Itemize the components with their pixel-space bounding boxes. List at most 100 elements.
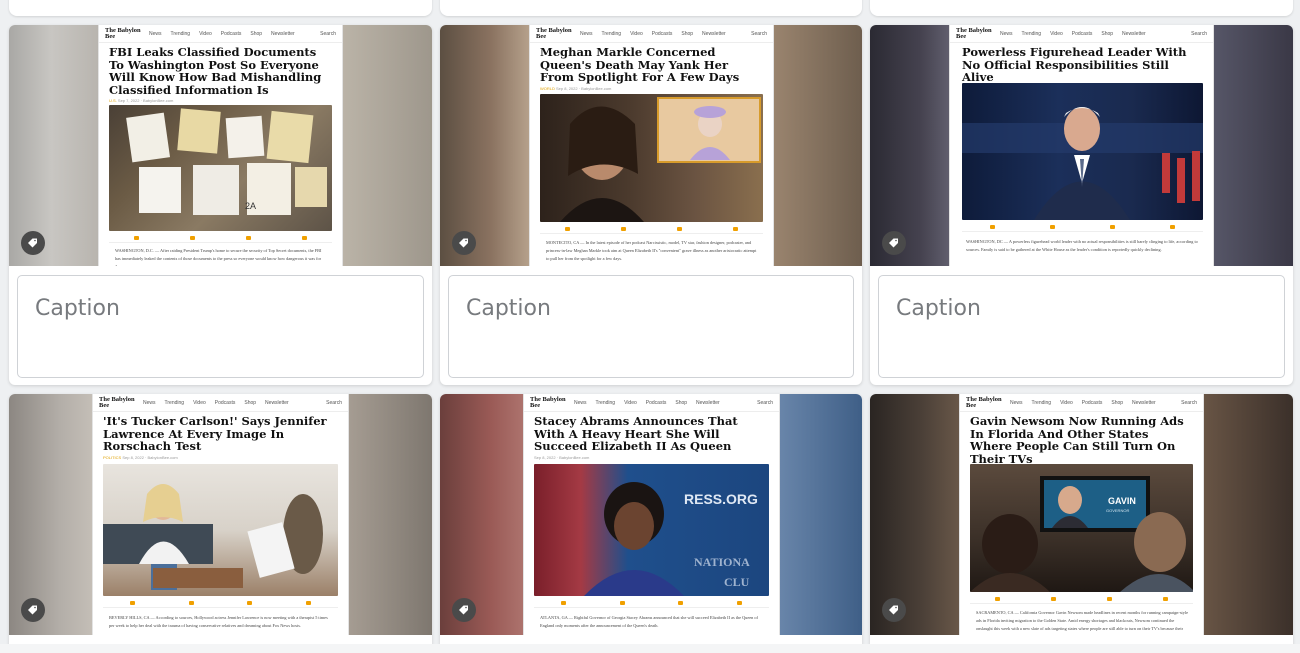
nav-video: Video — [199, 30, 212, 37]
email-icon — [1110, 224, 1116, 229]
post-card[interactable]: The Babylon Bee News Trending Video Podc… — [870, 394, 1293, 653]
article-photo — [962, 83, 1203, 220]
caption-input[interactable]: Caption — [448, 275, 854, 378]
link-icon — [737, 600, 743, 605]
facebook-icon — [134, 235, 140, 240]
share-row — [103, 598, 338, 608]
nav-newsletter: Newsletter — [265, 399, 289, 406]
article-photo: GAVIN GOVERNOR — [970, 464, 1193, 592]
post-image[interactable]: The Babylon Bee News Trending Video Podc… — [9, 394, 432, 635]
nav-search: Search — [757, 399, 773, 406]
article-screenshot: The Babylon Bee News Trending Video Podc… — [949, 25, 1214, 266]
nav-trending: Trending — [1021, 30, 1042, 37]
twitter-icon — [1051, 596, 1057, 601]
site-logo: The Babylon Bee — [105, 26, 141, 40]
nav-newsletter: Newsletter — [1122, 30, 1146, 37]
nav-search: Search — [751, 30, 767, 37]
nav-trending: Trending — [164, 399, 185, 406]
email-icon — [1106, 596, 1112, 601]
post-image[interactable]: The Babylon Bee News Trending Video Podc… — [440, 394, 862, 635]
link-icon — [306, 600, 312, 605]
article-screenshot: The Babylon Bee News Trending Video Podc… — [98, 25, 343, 266]
post-image[interactable]: The Babylon Bee News Trending Video Podc… — [440, 25, 862, 266]
nav-shop: Shop — [675, 399, 688, 406]
tag-icon[interactable] — [21, 598, 45, 622]
nav-podcasts: Podcasts — [214, 399, 236, 406]
caption-placeholder: Caption — [896, 296, 981, 321]
site-logo: The Babylon Bee — [536, 26, 572, 40]
twitter-icon — [190, 235, 196, 240]
banner-text: CLU — [724, 575, 750, 589]
email-icon — [247, 600, 253, 605]
caption-placeholder: Caption — [35, 296, 120, 321]
tag-icon[interactable] — [882, 231, 906, 255]
article-screenshot: The Babylon Bee News Trending Video Podc… — [529, 25, 774, 266]
banner-text: RESS.ORG — [684, 491, 758, 507]
post-card[interactable]: The Babylon Bee News Trending Video Podc… — [9, 394, 432, 653]
twitter-icon — [1049, 224, 1055, 229]
article-headline: Gavin Newsom Now Running Ads In Florida … — [970, 414, 1184, 466]
post-card[interactable]: The Babylon Bee News Trending Video Podc… — [440, 25, 862, 385]
tag-icon[interactable] — [452, 231, 476, 255]
article-body: WASHINGTON, D.C. — After raiding Preside… — [115, 248, 322, 266]
article-headline: FBI Leaks Classified Documents To Washin… — [109, 45, 322, 97]
article-headline: Powerless Figurehead Leader With No Offi… — [962, 45, 1187, 84]
share-row — [534, 598, 769, 608]
article-photo — [103, 464, 338, 596]
tv-text: GAVIN — [1108, 496, 1136, 506]
post-card[interactable]: The Babylon Bee News Trending Video Podc… — [440, 394, 862, 653]
caption-input[interactable]: Caption — [17, 275, 424, 378]
post-image[interactable]: The Babylon Bee News Trending Video Podc… — [870, 394, 1293, 635]
nav-newsletter: Newsletter — [696, 399, 720, 406]
nav-newsletter: Newsletter — [271, 30, 295, 37]
tag-icon[interactable] — [452, 598, 476, 622]
site-logo: The Babylon Bee — [956, 26, 992, 40]
facebook-icon — [129, 600, 135, 605]
nav-shop: Shop — [1111, 399, 1124, 406]
caption-placeholder: Caption — [466, 296, 551, 321]
tag-icon[interactable] — [21, 231, 45, 255]
article-photo: 2A — [109, 105, 332, 231]
article-headline: Stacey Abrams Announces That With A Heav… — [534, 414, 738, 453]
nav-video: Video — [193, 399, 206, 406]
previous-row — [0, 0, 1300, 16]
nav-trending: Trending — [595, 399, 616, 406]
nav-trending: Trending — [170, 30, 191, 37]
nav-trending: Trending — [601, 30, 622, 37]
article-byline: U.S. Sep 7, 2022 · BabylonBee.com — [109, 98, 174, 103]
article-byline: WORLD Sep 8, 2022 · BabylonBee.com — [540, 85, 612, 91]
email-icon — [245, 235, 251, 240]
nav-newsletter: Newsletter — [1132, 399, 1156, 406]
article-body: MONTECITO, CA — In the latest episode of… — [546, 240, 757, 261]
nav-shop: Shop — [681, 30, 694, 37]
site-logo: The Babylon Bee — [966, 395, 1002, 409]
article-photo — [540, 94, 763, 222]
tag-icon[interactable] — [882, 598, 906, 622]
share-row — [970, 594, 1193, 604]
nav-news: News — [143, 399, 156, 406]
post-image[interactable]: The Babylon Bee News Trending Video Podc… — [870, 25, 1293, 266]
post-image[interactable]: The Babylon Bee News Trending Video Podc… — [9, 25, 432, 266]
nav-trending: Trending — [1031, 399, 1052, 406]
nav-search: Search — [326, 399, 342, 406]
nav-video: Video — [1060, 399, 1073, 406]
nav-podcasts: Podcasts — [1071, 30, 1093, 37]
facebook-icon — [565, 226, 571, 231]
article-body: ATLANTA, GA — Rightful Governor of Georg… — [540, 615, 758, 628]
doc-label: 2A — [245, 201, 256, 211]
caption-input[interactable]: Caption — [878, 275, 1285, 378]
article-body: SACRAMENTO, CA — California Governor Gav… — [976, 610, 1188, 631]
post-grid: The Babylon Bee News Trending Video Podc… — [9, 25, 1293, 653]
article-body: WASHINGTON, DC — A powerless figurehead … — [966, 239, 1198, 252]
facebook-icon — [989, 224, 995, 229]
previous-card — [870, 0, 1293, 16]
share-row — [962, 222, 1203, 232]
twitter-icon — [188, 600, 194, 605]
twitter-icon — [619, 600, 625, 605]
post-card[interactable]: The Babylon Bee News Trending Video Podc… — [870, 25, 1293, 385]
nav-video: Video — [624, 399, 637, 406]
post-card[interactable]: The Babylon Bee News Trending Video Podc… — [9, 25, 432, 385]
nav-podcasts: Podcasts — [220, 30, 242, 37]
article-headline: Meghan Markle Concerned Queen's Death Ma… — [540, 45, 740, 84]
link-icon — [1162, 596, 1168, 601]
